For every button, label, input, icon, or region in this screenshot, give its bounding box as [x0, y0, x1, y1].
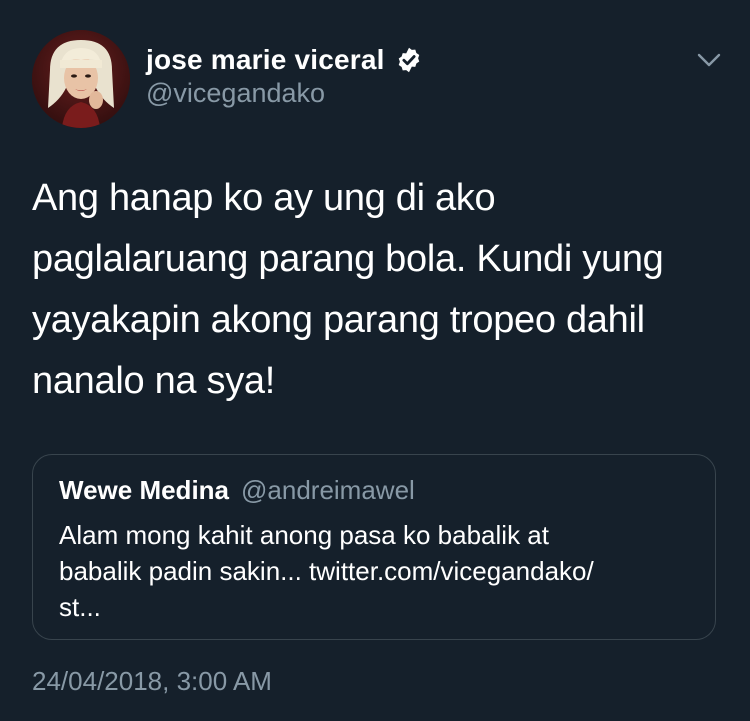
author-handle[interactable]: @vicegandako [146, 78, 325, 109]
avatar-image [32, 30, 130, 128]
chevron-down-icon[interactable] [694, 48, 724, 72]
quoted-tweet-header: Wewe Medina @andreimawel [59, 475, 415, 506]
quoted-author-name: Wewe Medina [59, 475, 230, 505]
tweet-text: Ang hanap ko ay ung di ako paglalaruang … [32, 177, 664, 402]
tweet-card: jose marie viceral @vicegandako Ang hana… [0, 0, 750, 721]
author-avatar[interactable] [32, 30, 130, 128]
quoted-tweet-text: Alam mong kahit anong pasa ko babalik at… [59, 520, 594, 622]
verified-badge-icon [395, 46, 423, 74]
quoted-tweet-card[interactable]: Wewe Medina @andreimawel Alam mong kahit… [32, 454, 716, 640]
tweet-timestamp[interactable]: 24/04/2018, 3:00 AM [32, 666, 272, 697]
quoted-author-handle: @andreimawel [241, 475, 415, 505]
author-name-row: jose marie viceral [146, 42, 423, 78]
author-display-name[interactable]: jose marie viceral [146, 44, 385, 76]
